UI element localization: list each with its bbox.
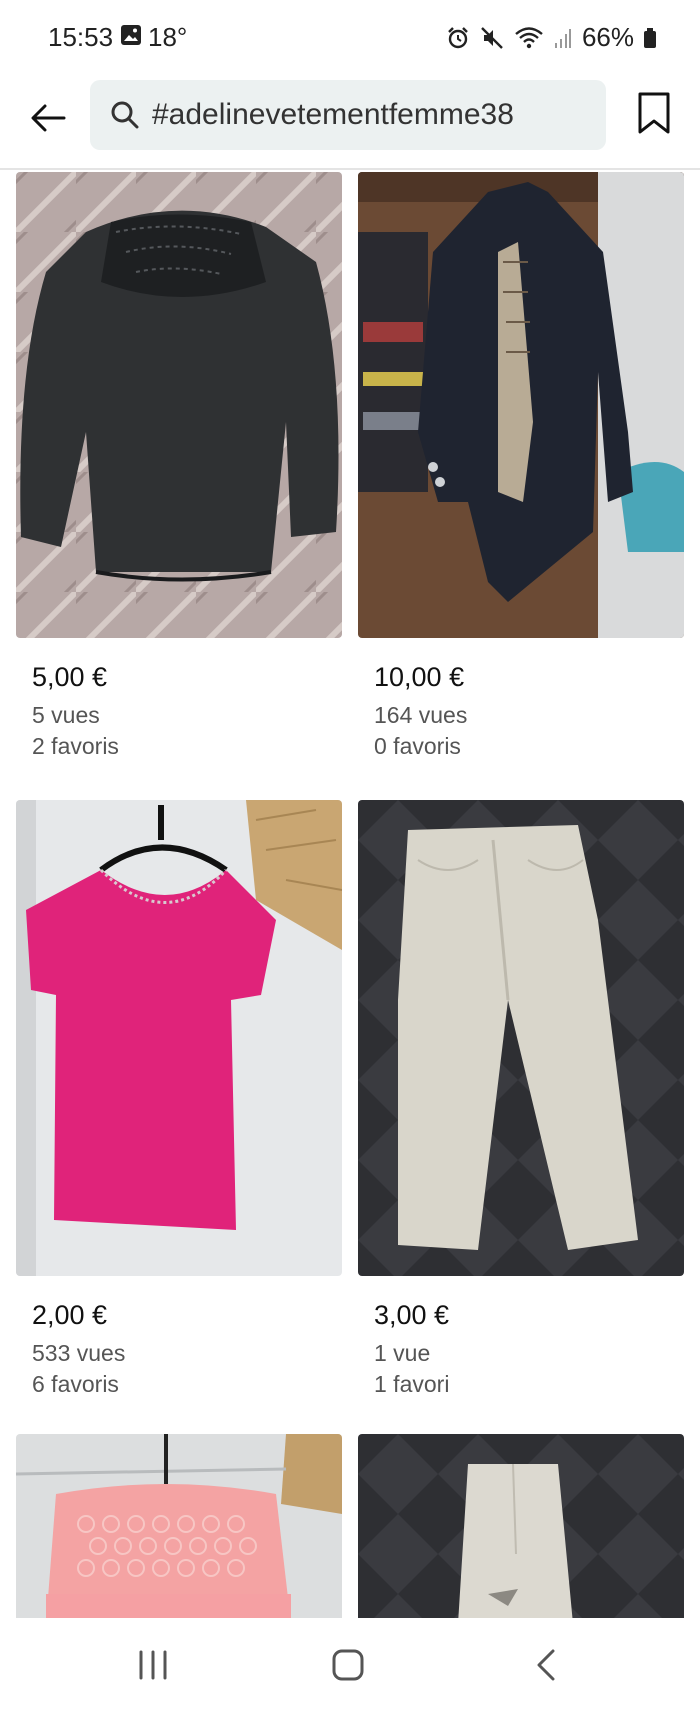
item-views: 1 vue [374,1340,431,1366]
home-button[interactable] [318,1640,378,1690]
arrow-left-icon [31,104,66,132]
item-favorites: 0 favoris [374,733,461,759]
signal-icon [554,27,572,49]
item-card[interactable] [358,1434,684,1618]
save-search-button[interactable] [632,88,676,138]
item-photo[interactable] [358,172,684,638]
item-photo[interactable] [16,800,342,1276]
search-input[interactable] [152,98,592,132]
item-photo[interactable] [16,172,342,638]
wifi-icon [514,26,544,50]
item-price: 3,00 € [374,1300,450,1330]
back-button[interactable] [26,96,70,140]
item-card[interactable]: 10,00 € 164 vues 0 favoris [358,172,684,762]
item-photo[interactable] [358,800,684,1276]
system-nav-bar [0,1618,700,1711]
battery-text: 66% [581,22,634,52]
alarm-icon [446,26,470,50]
recent-apps-button[interactable] [123,1640,183,1690]
item-price: 5,00 € [32,662,108,692]
recent-apps-icon [139,1650,167,1680]
item-card[interactable] [16,1434,342,1618]
item-photo[interactable] [358,1434,684,1618]
item-card[interactable]: 3,00 € 1 vue 1 favori [358,800,684,1397]
gallery-icon [120,24,142,51]
temperature: 18° [148,22,188,52]
back-nav-button[interactable] [516,1640,576,1690]
search-bar[interactable] [90,80,606,150]
item-favorites: 1 favori [374,1371,450,1397]
item-views: 164 vues [374,702,468,728]
item-price: 2,00 € [32,1300,108,1330]
item-card[interactable]: 2,00 € 533 vues 6 favoris [16,800,342,1397]
item-favorites: 6 favoris [32,1371,119,1397]
item-views: 533 vues [32,1340,126,1366]
status-time: 15:53 [48,22,114,52]
status-right-icons: 66% [446,22,656,53]
item-favorites: 2 favoris [32,733,119,759]
item-views: 5 vues [32,702,100,728]
item-grid: 5,00 € 5 vues 2 favoris 10,00 € 164 vues [16,172,686,1618]
item-card[interactable]: 5,00 € 5 vues 2 favoris [16,172,342,762]
status-left-icons: 18° [120,22,187,53]
bookmark-icon [638,92,670,134]
search-header [0,78,700,170]
battery-icon [644,27,656,49]
back-icon [537,1649,555,1681]
search-icon [111,101,139,129]
item-price: 10,00 € [374,662,465,692]
item-photo[interactable] [16,1434,342,1618]
home-icon [332,1649,364,1681]
mute-icon [480,26,504,50]
status-bar: 15:53 18° 66% [0,0,700,76]
